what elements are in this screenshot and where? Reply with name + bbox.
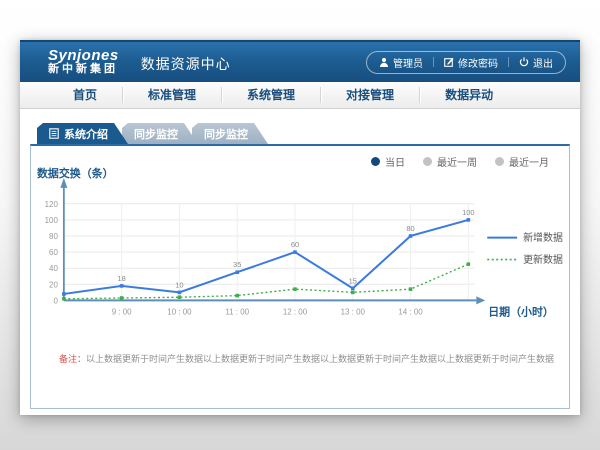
edit-icon (444, 57, 454, 67)
svg-text:10: 10 (175, 280, 183, 289)
svg-text:10 : 00: 10 : 00 (167, 307, 192, 316)
tab-bar: 系统介绍 同步监控 同步监控 (37, 123, 570, 144)
radio-last-month[interactable]: 最近一月 (495, 154, 549, 169)
svg-text:11 : 00: 11 : 00 (225, 307, 249, 316)
chart-legend: 新增数据更新数据 (487, 231, 563, 266)
svg-text:100: 100 (462, 208, 474, 217)
svg-text:80: 80 (49, 232, 58, 241)
svg-text:18: 18 (117, 274, 125, 283)
time-range-filter: 当日 最近一周 最近一月 (371, 154, 549, 169)
nav-item-home[interactable]: 首页 (48, 82, 122, 108)
logout-label: 退出 (533, 55, 553, 70)
radio-last-week[interactable]: 最近一周 (423, 154, 477, 169)
tab-sync-monitor-2[interactable]: 同步监控 (192, 123, 268, 144)
svg-text:100: 100 (45, 216, 59, 225)
nav-item-standard-mgmt[interactable]: 标准管理 (123, 82, 221, 108)
svg-text:20: 20 (49, 280, 58, 289)
main-window: Synjones 新中新集团 数据资源中心 管理员 修改密码 (20, 40, 580, 415)
radio-label: 当日 (385, 154, 405, 169)
svg-text:新增数据: 新增数据 (523, 231, 563, 244)
tab-label: 系统介绍 (64, 126, 108, 142)
svg-text:13 : 00: 13 : 00 (341, 307, 366, 316)
change-password-label: 修改密码 (458, 55, 498, 70)
admin-user-button[interactable]: 管理员 (379, 55, 423, 70)
svg-text:120: 120 (45, 200, 59, 209)
nav-item-system-mgmt[interactable]: 系统管理 (222, 82, 320, 108)
svg-text:15: 15 (349, 276, 357, 285)
document-icon (49, 128, 59, 139)
chart-panel: 当日 最近一周 最近一月 0 20 40 60 80 100 120 9 : 00 10 : 0… (30, 144, 570, 409)
main-nav: 首页 标准管理 系统管理 对接管理 数据异动 (20, 82, 580, 109)
svg-text:9 : 00: 9 : 00 (112, 307, 132, 316)
svg-text:80: 80 (406, 224, 414, 233)
radio-today[interactable]: 当日 (371, 154, 405, 169)
radio-dot (423, 157, 432, 166)
page-title: 数据资源中心 (141, 50, 231, 74)
exchange-chart: 0 20 40 60 80 100 120 9 : 00 10 : 00 11 : 00 12 : … (31, 146, 569, 408)
svg-text:14 : 00: 14 : 00 (398, 307, 423, 316)
footnote: 备注：以上数据更新于时间产生数据以上数据更新于时间产生数据以上数据更新于时间产生… (59, 352, 555, 365)
user-icon (379, 57, 389, 67)
svg-text:更新数据: 更新数据 (523, 253, 563, 266)
change-password-button[interactable]: 修改密码 (444, 55, 498, 70)
header-divider (508, 57, 509, 67)
svg-text:60: 60 (49, 248, 58, 257)
radio-dot-selected (371, 157, 380, 166)
header-divider (433, 57, 434, 67)
svg-text:35: 35 (233, 260, 241, 269)
chart-grid (64, 204, 474, 300)
radio-label: 最近一月 (509, 154, 549, 169)
logout-button[interactable]: 退出 (519, 55, 553, 70)
nav-item-interface-mgmt[interactable]: 对接管理 (321, 82, 419, 108)
x-axis-title: 日期（小时） (488, 304, 554, 318)
company-logo: Synjones 新中新集团 (48, 48, 119, 75)
tab-sync-monitor-1[interactable]: 同步监控 (122, 123, 198, 144)
radio-dot (495, 157, 504, 166)
admin-label: 管理员 (393, 55, 423, 70)
power-icon (519, 57, 529, 67)
svg-text:0: 0 (53, 296, 58, 305)
svg-text:12 : 00: 12 : 00 (283, 307, 308, 316)
svg-text:40: 40 (49, 264, 58, 273)
nav-item-data-change[interactable]: 数据异动 (420, 82, 518, 108)
radio-label: 最近一周 (437, 154, 477, 169)
tab-system-intro[interactable]: 系统介绍 (37, 123, 128, 144)
logo-english: Synjones (48, 48, 119, 64)
app-header: Synjones 新中新集团 数据资源中心 管理员 修改密码 (20, 40, 580, 82)
content-area: 系统介绍 同步监控 同步监控 当日 最近一周 (20, 109, 580, 409)
header-user-toolbar: 管理员 修改密码 退出 (366, 51, 566, 74)
footnote-prefix: 备注： (59, 354, 86, 364)
tab-label: 同步监控 (204, 126, 248, 142)
y-axis-title: 数据交换（条） (37, 166, 114, 180)
tab-label: 同步监控 (134, 126, 178, 142)
svg-text:60: 60 (291, 240, 299, 249)
footnote-text: 以上数据更新于时间产生数据以上数据更新于时间产生数据以上数据更新于时间产生数据以… (86, 354, 555, 364)
logo-chinese: 新中新集团 (48, 64, 119, 76)
